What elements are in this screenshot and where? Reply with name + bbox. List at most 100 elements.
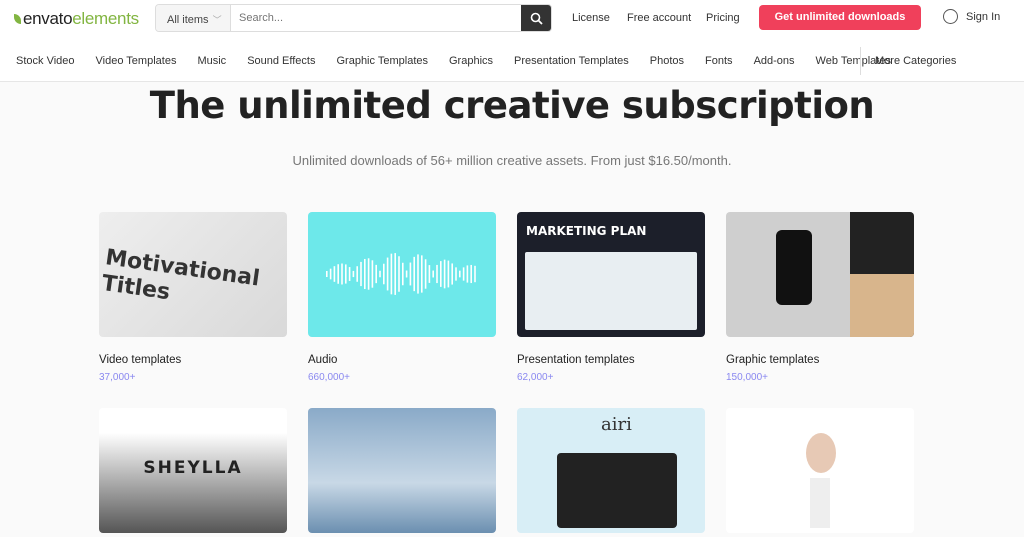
wave-bar <box>451 263 453 285</box>
wave-bar <box>443 259 446 289</box>
search-button[interactable] <box>521 5 551 31</box>
category-card-row2-3[interactable]: airi <box>517 408 705 533</box>
wave-bar <box>462 267 465 281</box>
wave-bar <box>402 262 404 286</box>
wave-bar <box>341 263 343 285</box>
wave-bar <box>417 254 419 294</box>
card-title: Graphic templates <box>726 354 820 366</box>
hero-title: The unlimited creative subscription <box>149 84 875 127</box>
wave-bar <box>326 271 328 277</box>
thumb-text: SHEYLLA <box>143 458 243 478</box>
wave-bar <box>364 258 366 290</box>
wave-bar <box>379 270 381 278</box>
category-card-row2-1[interactable]: SHEYLLA <box>99 408 287 533</box>
wave-bar <box>470 264 472 284</box>
wave-bar <box>345 264 347 284</box>
nav-stock-video[interactable]: Stock Video <box>16 55 75 67</box>
card-count: 37,000+ <box>99 372 136 383</box>
search-icon <box>530 12 543 25</box>
wave-bar <box>360 261 362 287</box>
wave-bar <box>459 270 461 278</box>
wave-bar <box>329 268 332 280</box>
hero-subtitle: Unlimited downloads of 56+ million creat… <box>292 153 732 168</box>
category-card-video-templates[interactable]: Motivational Titles Video templates 37,0… <box>99 212 287 383</box>
nav-graphics[interactable]: Graphics <box>449 55 493 67</box>
wave-bar <box>409 262 412 286</box>
nav-add-ons[interactable]: Add-ons <box>754 55 795 67</box>
card-count: 660,000+ <box>308 372 350 383</box>
wave-bar <box>348 267 351 281</box>
category-card-graphic-templates[interactable]: Graphic templates 150,000+ <box>726 212 914 383</box>
search-bar: All items ﹀ <box>155 4 552 32</box>
category-card-presentation-templates[interactable]: MARKETING PLAN Presentation templates 62… <box>517 212 705 383</box>
pricing-link[interactable]: Pricing <box>706 12 740 24</box>
waveform-icon <box>326 253 476 295</box>
wave-bar <box>440 261 442 287</box>
envato-logo[interactable]: envatoelements <box>14 9 139 29</box>
thumbnail: MARKETING PLAN <box>517 212 705 337</box>
sign-in-button[interactable]: Sign In <box>943 9 1000 24</box>
thumbnail <box>308 408 496 533</box>
wave-bar <box>394 253 396 295</box>
wave-bar <box>428 265 431 283</box>
nav-photos[interactable]: Photos <box>650 55 684 67</box>
category-nav: Stock Video Video Templates Music Sound … <box>16 55 912 67</box>
nav-more-categories[interactable]: More Categories <box>875 55 956 67</box>
thumbnail <box>726 408 914 533</box>
category-card-row2-2[interactable] <box>308 408 496 533</box>
wave-bar <box>383 263 385 285</box>
wave-bar <box>352 270 355 278</box>
thumbnail: Motivational Titles <box>99 212 287 337</box>
logo-text: envato <box>23 9 73 28</box>
wave-bar <box>466 265 469 283</box>
thumbnail: airi <box>517 408 705 533</box>
wave-bar <box>455 267 457 281</box>
free-account-link[interactable]: Free account <box>627 12 691 24</box>
nav-sound-effects[interactable]: Sound Effects <box>247 55 315 67</box>
wave-bar <box>356 266 358 282</box>
nav-graphic-templates[interactable]: Graphic Templates <box>336 55 428 67</box>
logo-text-2: elements <box>72 9 139 28</box>
thumb-text: Motivational Titles <box>100 245 262 306</box>
wave-bar <box>405 270 408 278</box>
wave-bar <box>436 264 438 284</box>
wave-bar <box>333 266 336 282</box>
nav-video-templates[interactable]: Video Templates <box>96 55 177 67</box>
card-title: Presentation templates <box>517 354 635 366</box>
get-unlimited-downloads-button[interactable]: Get unlimited downloads <box>759 5 921 30</box>
nav-music[interactable]: Music <box>197 55 226 67</box>
thumbnail <box>308 212 496 337</box>
wave-bar <box>390 253 393 295</box>
nav-fonts[interactable]: Fonts <box>705 55 733 67</box>
wave-bar <box>367 258 370 290</box>
user-icon <box>943 9 958 24</box>
license-link[interactable]: License <box>572 12 610 24</box>
wave-bar <box>424 259 427 289</box>
wave-bar <box>474 265 476 283</box>
category-label: All items <box>167 14 209 26</box>
header: envatoelements All items﹀ License Free a… <box>0 0 1024 82</box>
nav-presentation-templates[interactable]: Presentation Templates <box>514 55 629 67</box>
thumb-text: MARKETING PLAN <box>526 224 647 238</box>
category-card-audio[interactable]: Audio 660,000+ <box>308 212 496 383</box>
card-count: 150,000+ <box>726 372 768 383</box>
thumbnail: SHEYLLA <box>99 408 287 533</box>
leaf-icon <box>14 14 21 24</box>
wave-bar <box>398 256 400 292</box>
chevron-down-icon: ﹀ <box>212 15 222 25</box>
thumb-text: airi <box>601 414 632 435</box>
sign-in-label: Sign In <box>966 10 1001 23</box>
category-select[interactable]: All items ﹀ <box>156 5 231 31</box>
wave-bar <box>375 264 377 284</box>
card-title: Audio <box>308 354 338 366</box>
wave-bar <box>421 255 423 293</box>
divider <box>860 47 861 75</box>
category-card-row2-4[interactable] <box>726 408 914 533</box>
wave-bar <box>432 270 434 278</box>
wave-bar <box>413 256 415 292</box>
search-input[interactable] <box>231 5 521 31</box>
wave-bar <box>371 260 374 288</box>
card-title: Video templates <box>99 354 182 366</box>
wave-bar <box>386 257 389 291</box>
thumbnail <box>726 212 914 337</box>
